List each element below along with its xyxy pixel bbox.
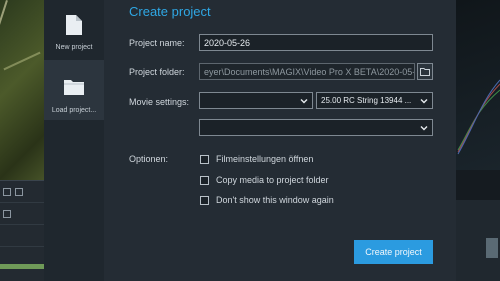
- movie-settings-select[interactable]: [199, 92, 313, 109]
- toolbar-row: [0, 225, 44, 247]
- dialog-content: Create project Project name: 2020-05-26 …: [104, 0, 456, 281]
- start-dialog: New project Load project... Create proje…: [44, 0, 456, 281]
- option-label: Don't show this window again: [216, 195, 334, 205]
- create-project-button[interactable]: Create project: [354, 240, 433, 264]
- chevron-down-icon: [300, 99, 308, 104]
- tool-icon: [15, 187, 23, 196]
- checkbox[interactable]: [200, 175, 209, 185]
- dialog-sidebar: New project Load project...: [44, 0, 104, 281]
- dialog-title: Create project: [129, 4, 211, 19]
- project-name-label: Project name:: [129, 38, 185, 48]
- project-folder-input[interactable]: eyer\Documents\MAGIX\Video Pro X BETA\20…: [199, 63, 415, 80]
- sidebar-item-label: Load project...: [51, 107, 97, 114]
- toolbar-row: [0, 181, 44, 203]
- chevron-down-icon: [420, 99, 428, 104]
- scrollbar-thumb: [486, 238, 498, 258]
- background-timeline-toolbar: [0, 180, 44, 281]
- checkbox[interactable]: [200, 154, 209, 164]
- movie-settings-label: Movie settings:: [129, 97, 190, 107]
- document-icon: [66, 15, 82, 35]
- project-name-input[interactable]: 2020-05-26: [199, 34, 433, 51]
- leaf-vein: [0, 0, 8, 153]
- option-open-movie-settings[interactable]: Filmeinstellungen öffnen: [200, 154, 313, 164]
- option-dont-show-again[interactable]: Don't show this window again: [200, 195, 334, 205]
- background-right-panel: [456, 0, 500, 281]
- background-panel: [456, 200, 500, 281]
- chevron-down-icon: [420, 126, 428, 131]
- folder-icon: [64, 80, 84, 95]
- checkbox[interactable]: [200, 195, 209, 205]
- background-scope: [456, 0, 500, 170]
- secondary-settings-select[interactable]: [199, 119, 433, 136]
- sidebar-item-load-project[interactable]: Load project...: [44, 60, 104, 120]
- rewind-icon: [3, 187, 11, 196]
- option-copy-media[interactable]: Copy media to project folder: [200, 175, 329, 185]
- tool-icon: [3, 209, 11, 218]
- select-value: 25.00 RC String 13944 ...: [321, 96, 412, 105]
- option-label: Filmeinstellungen öffnen: [216, 154, 314, 164]
- timeline-track: [0, 264, 44, 269]
- project-folder-label: Project folder:: [129, 67, 185, 77]
- browse-folder-button[interactable]: [417, 63, 433, 80]
- toolbar-row: [0, 203, 44, 225]
- framerate-select[interactable]: 25.00 RC String 13944 ...: [316, 92, 433, 109]
- sidebar-item-label: New project: [55, 44, 93, 51]
- sidebar-item-new-project[interactable]: New project: [44, 0, 104, 60]
- leaf-vein: [3, 51, 41, 71]
- scope-curve: [457, 79, 500, 155]
- folder-icon: [420, 67, 430, 76]
- option-label: Copy media to project folder: [216, 175, 329, 185]
- options-label: Optionen:: [129, 154, 169, 164]
